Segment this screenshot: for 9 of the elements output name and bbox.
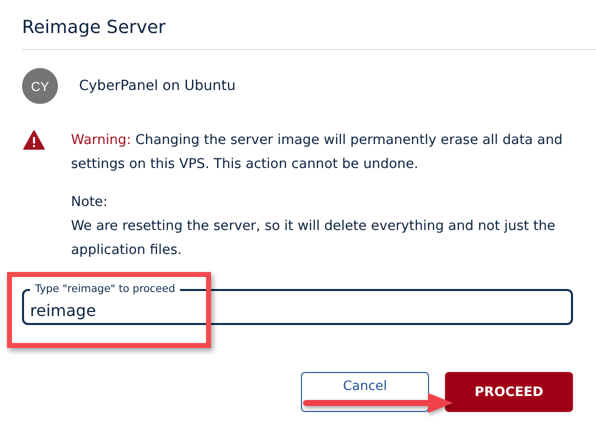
note-text: We are resetting the server, so it will delete everything and not just the application files.: [71, 217, 556, 260]
warning-icon: [23, 130, 45, 150]
dialog-title: Reimage Server: [22, 14, 596, 50]
field-label: Type "reimage" to proceed: [30, 283, 180, 295]
note-label: Note:: [71, 193, 109, 212]
avatar: CY: [22, 68, 58, 104]
proceed-button[interactable]: PROCEED: [445, 372, 573, 412]
server-name: CyberPanel on Ubuntu: [79, 78, 236, 94]
warning-text: Warning: Changing the server image will permanently erase all data and settings on this VPS. This action cannot be undone.: [71, 131, 564, 174]
